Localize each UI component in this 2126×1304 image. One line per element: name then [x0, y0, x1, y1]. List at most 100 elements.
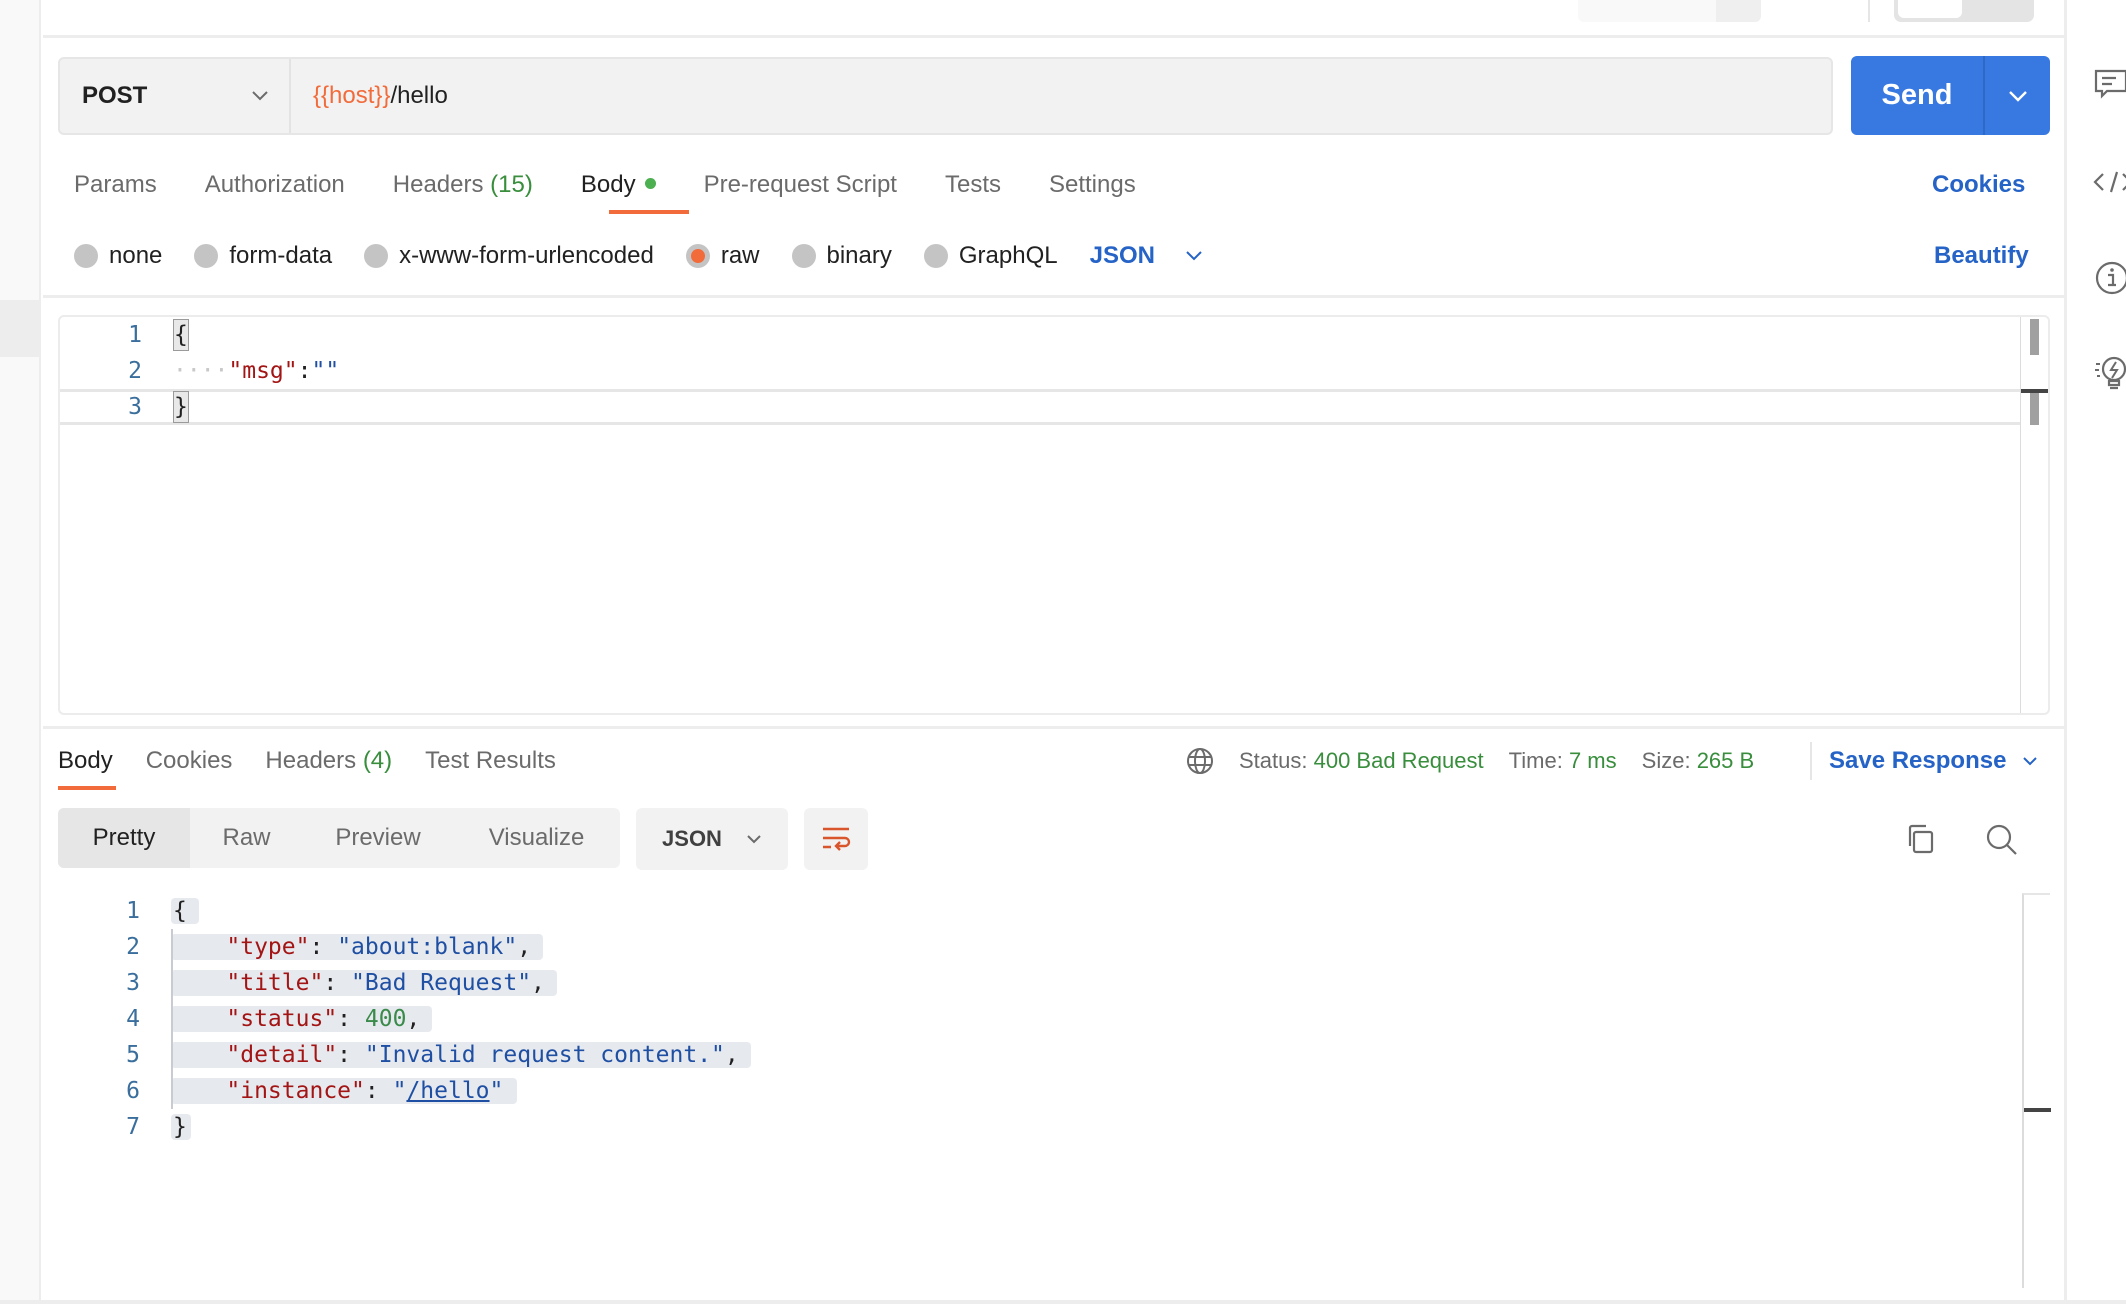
line-number: 3 [128, 394, 142, 420]
selection: "detail": "Invalid request content.", [171, 1042, 751, 1068]
radio-label: none [109, 242, 163, 269]
tab-pre-request-script[interactable]: Pre-request Script [704, 171, 897, 199]
tab-body[interactable]: Body [581, 171, 656, 199]
active-tab-underline [609, 210, 689, 214]
info-icon[interactable] [2092, 258, 2126, 298]
radio-form-data[interactable]: form-data [194, 242, 332, 270]
response-body-viewer[interactable]: 1 2 3 4 5 6 7 { "type": "about:blank", "… [58, 893, 2050, 1288]
comments-icon[interactable] [2092, 66, 2126, 106]
view-mode-group: Pretty Raw Preview Visualize [58, 808, 620, 868]
url-input[interactable]: {{host}}/hello [291, 82, 448, 110]
line-numbers: 1 2 3 4 5 6 7 [58, 893, 168, 1145]
send-button-group: Send [1851, 56, 2050, 135]
cookies-link[interactable]: Cookies [1932, 168, 2025, 202]
radio-x-www-form-urlencoded[interactable]: x-www-form-urlencoded [364, 242, 654, 270]
chevron-down-icon [2008, 90, 2027, 102]
response-tab-body[interactable]: Body [58, 747, 113, 775]
response-tabs: Body Cookies Headers (4) Test Results [58, 744, 589, 778]
line-number: 6 [126, 1078, 140, 1104]
copy-icon[interactable] [1904, 822, 1938, 861]
response-tab-test-results[interactable]: Test Results [425, 747, 556, 775]
tab-headers-count: (15) [490, 171, 533, 198]
view-raw[interactable]: Raw [190, 808, 303, 868]
json-key: "detail" [226, 1042, 338, 1068]
left-sidebar-strip [0, 0, 41, 1304]
raw-format-select[interactable]: JSON [1090, 242, 1203, 270]
json-brace: } [171, 1114, 191, 1140]
chevron-down-icon [747, 835, 761, 844]
line-number: 2 [126, 934, 140, 960]
time-info[interactable]: Time: 7 ms [1509, 748, 1617, 774]
radio-none[interactable]: none [74, 242, 162, 270]
method-select[interactable]: POST [60, 59, 291, 133]
status-info[interactable]: Status: 400 Bad Request [1239, 748, 1484, 774]
view-visualize[interactable]: Visualize [453, 808, 620, 868]
radio-raw[interactable]: raw [685, 242, 760, 270]
pane-divider[interactable] [43, 726, 2064, 729]
size-info[interactable]: Size: 265 B [1642, 748, 1755, 774]
search-icon[interactable] [1984, 822, 2020, 863]
radio-circle [364, 244, 389, 268]
line-number: 5 [126, 1042, 140, 1068]
save-response-button[interactable]: Save Response [1829, 744, 2038, 778]
tab-authorization[interactable]: Authorization [205, 171, 345, 199]
matched-brace: } [173, 391, 189, 423]
toolbar-divider [1868, 0, 1870, 22]
code-icon[interactable] [2092, 162, 2126, 202]
response-scrollbar[interactable] [2022, 893, 2051, 1288]
save-response-label: Save Response [1829, 747, 2007, 774]
code-line: } [173, 389, 189, 425]
scrollbar-thumb[interactable] [2030, 319, 2039, 355]
tab-tests[interactable]: Tests [945, 171, 1001, 199]
url-variable: {{host}} [313, 82, 391, 109]
selection: "title": "Bad Request", [171, 970, 557, 996]
response-tab-headers[interactable]: Headers (4) [265, 747, 392, 775]
bottom-border [0, 1300, 2126, 1304]
code-line: } [171, 1109, 191, 1145]
body-type-radios: none form-data x-www-form-urlencoded raw… [74, 240, 1203, 272]
chevron-down-icon [252, 91, 268, 101]
raw-format-label: JSON [1089, 242, 1155, 269]
code-line: { [173, 317, 189, 353]
code-line: "title": "Bad Request", [171, 965, 557, 1001]
line-number: 7 [126, 1114, 140, 1140]
wrap-lines-button[interactable] [804, 808, 868, 870]
code-line: "instance": "/hello" [171, 1073, 518, 1109]
tab-params[interactable]: Params [74, 171, 157, 199]
json-key: "status" [226, 1006, 338, 1032]
lightbulb-icon[interactable] [2092, 354, 2126, 394]
json-key: "msg" [228, 358, 298, 384]
send-options-dropdown[interactable] [1985, 56, 2050, 135]
json-value: "Invalid request content." [364, 1042, 725, 1068]
radio-binary[interactable]: binary [791, 242, 892, 270]
json-value: "" [311, 358, 340, 384]
radio-graphql[interactable]: GraphQL [923, 242, 1058, 270]
radio-label: form-data [229, 242, 333, 269]
active-tab-underline [58, 786, 116, 790]
line-number: 3 [126, 970, 140, 996]
view-pretty[interactable]: Pretty [58, 808, 190, 868]
radio-label: binary [826, 242, 892, 269]
tab-headers[interactable]: Headers (15) [393, 171, 533, 199]
radio-label: GraphQL [958, 242, 1058, 269]
editor-scrollbar[interactable] [2020, 317, 2048, 713]
beautify-link[interactable]: Beautify [1934, 240, 2029, 272]
request-body-editor[interactable]: 1 2 3 { ····"msg":"" } [58, 315, 2050, 715]
globe-icon[interactable] [1185, 746, 1215, 776]
response-format-label: JSON [662, 826, 722, 851]
toolbar-toggle-active[interactable] [1898, 0, 1962, 18]
matched-brace: { [173, 319, 189, 351]
json-value: "about:blank" [337, 934, 518, 960]
instance-link[interactable]: /hello [406, 1078, 489, 1104]
response-tab-cookies[interactable]: Cookies [146, 747, 233, 775]
left-sidebar-selected-item[interactable] [0, 300, 41, 357]
code-line: "status": 400, [171, 1001, 433, 1037]
line-number: 1 [126, 898, 140, 924]
scrollbar-thumb[interactable] [2030, 393, 2039, 425]
status-label: Status: [1239, 748, 1308, 773]
toolbar-button-group-dropdown[interactable] [1716, 0, 1761, 22]
send-button[interactable]: Send [1851, 56, 1985, 135]
tab-settings[interactable]: Settings [1049, 171, 1136, 199]
response-format-select[interactable]: JSON [636, 808, 788, 870]
view-preview[interactable]: Preview [303, 808, 453, 868]
